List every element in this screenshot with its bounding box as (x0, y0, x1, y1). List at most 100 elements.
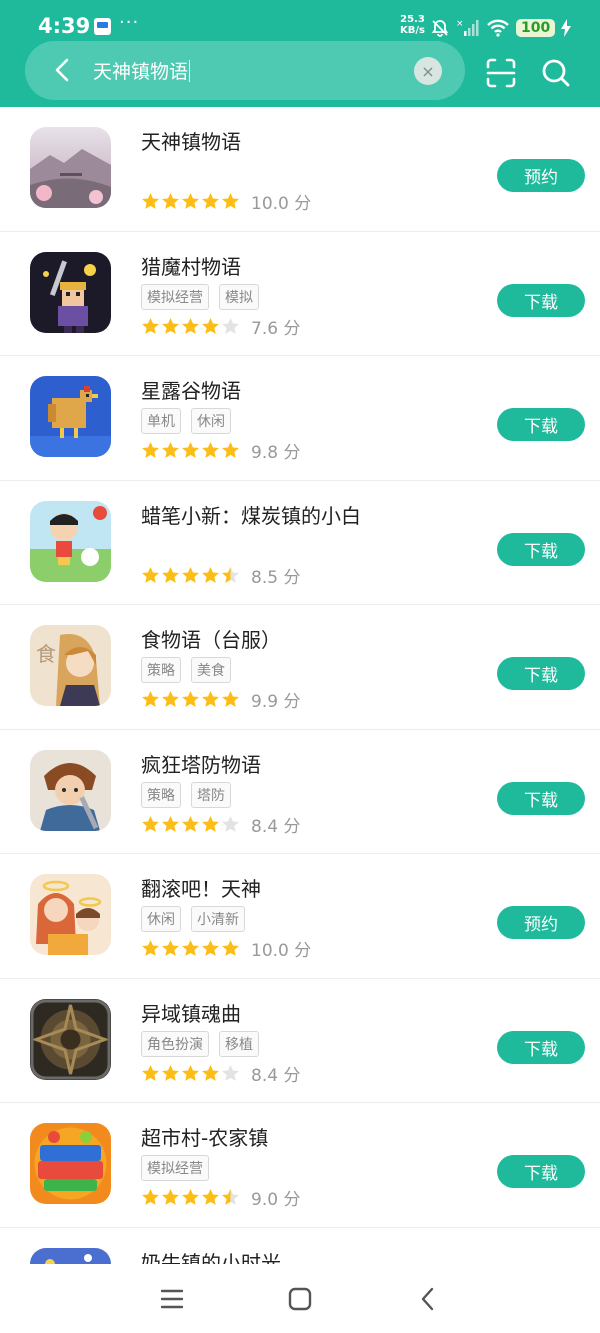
list-item[interactable]: 翻滚吧！天神 休闲 小清新 10.0 分 预约 (0, 854, 600, 979)
rating: 9.8 分 (141, 438, 300, 463)
game-icon-shinchan[interactable] (30, 500, 111, 582)
wifi-icon (487, 19, 509, 37)
star-icon (142, 317, 159, 334)
game-title: 奶牛镇的小时光 (141, 1250, 281, 1265)
star-icon (202, 1188, 219, 1205)
list-item[interactable]: 食 食物语（台服） 策略 美食 9.9 分 下载 (0, 605, 600, 730)
game-icon-stardew[interactable] (30, 376, 111, 457)
back-button[interactable] (47, 55, 77, 85)
game-icon-fangun[interactable] (30, 874, 111, 955)
download-button[interactable]: 下载 (497, 283, 585, 317)
tag[interactable]: 小清新 (191, 906, 245, 932)
tag[interactable]: 休闲 (191, 408, 231, 434)
star-icon (202, 1064, 219, 1081)
tag[interactable]: 单机 (141, 408, 181, 434)
star-icon (142, 815, 159, 832)
rating: 9.0 分 (141, 1185, 300, 1210)
game-icon-tafang[interactable] (30, 749, 111, 831)
star-icon (202, 815, 219, 832)
star-icon (222, 690, 239, 707)
tag[interactable]: 模拟经营 (141, 1155, 209, 1181)
rating-score: 7.6 分 (251, 318, 301, 339)
signal-icon: × (456, 19, 479, 36)
list-item[interactable]: 奶牛镇的小时光 (0, 1228, 600, 1265)
reserve-button[interactable]: 预约 (497, 906, 585, 939)
star-icon (222, 192, 239, 209)
tag-list: 策略 塔防 (141, 781, 231, 808)
star-icon (162, 441, 179, 458)
star-icon (142, 192, 159, 209)
top-bar: 4:39 ··· 25.3 KB/s × 100 天神镇物语 × (0, 0, 600, 107)
rating: 10.0 分 (141, 936, 311, 961)
tag[interactable]: 休闲 (141, 906, 181, 932)
rating: 8.4 分 (141, 812, 300, 837)
tag[interactable]: 角色扮演 (141, 1030, 209, 1057)
star-icon (162, 690, 179, 707)
star-empty-icon (222, 317, 239, 334)
svg-text:×: × (456, 19, 464, 29)
download-button[interactable]: 下载 (497, 408, 585, 441)
tag[interactable]: 策略 (141, 657, 181, 683)
tag-list: 休闲 小清新 (141, 906, 245, 932)
star-icon (222, 939, 239, 956)
rating-score: 8.5 分 (251, 567, 301, 588)
reserve-button[interactable]: 预约 (497, 159, 585, 192)
download-button[interactable]: 下载 (497, 532, 585, 566)
list-item[interactable]: 蜡笔小新：煤炭镇的小白 8.5 分 下载 (0, 481, 600, 605)
tag-list: 策略 美食 (141, 657, 231, 683)
game-icon-planescape[interactable] (30, 998, 111, 1080)
star-icon (162, 815, 179, 832)
mute-bell-icon (431, 20, 449, 37)
tag-list: 单机 休闲 (141, 408, 231, 434)
system-nav-bar (0, 1264, 600, 1333)
game-icon-supermarket[interactable] (30, 1123, 111, 1204)
search-results-list[interactable]: 天神镇物语 10.0 分 预约 猎魔村物语 模拟经营 模拟 7.6 分 下载 星… (0, 107, 600, 1264)
list-item[interactable]: 超市村-农家镇 模拟经营 9.0 分 下载 (0, 1103, 600, 1228)
star-icon (202, 441, 219, 458)
game-icon-tianshen[interactable] (30, 127, 111, 208)
recent-apps-button[interactable] (157, 1284, 187, 1314)
list-item[interactable]: 天神镇物语 10.0 分 预约 (0, 107, 600, 232)
star-icon (142, 566, 159, 583)
list-item[interactable]: 疯狂塔防物语 策略 塔防 8.4 分 下载 (0, 730, 600, 854)
star-icon (142, 1064, 159, 1081)
game-title: 星露谷物语 (141, 379, 241, 403)
search-input[interactable]: 天神镇物语 (93, 57, 190, 84)
search-button[interactable] (540, 57, 572, 89)
battery-indicator: 100 (516, 19, 556, 37)
tag[interactable]: 移植 (219, 1030, 259, 1057)
download-button[interactable]: 下载 (497, 781, 585, 815)
list-item[interactable]: 异域镇魂曲 角色扮演 移植 8.4 分 下载 (0, 979, 600, 1103)
game-icon-liemo[interactable] (30, 251, 111, 333)
star-icon (182, 441, 199, 458)
rating-score: 9.9 分 (251, 692, 301, 712)
list-item[interactable]: 猎魔村物语 模拟经营 模拟 7.6 分 下载 (0, 232, 600, 356)
download-button[interactable]: 下载 (497, 1155, 585, 1188)
star-icon (162, 1188, 179, 1205)
home-button[interactable] (285, 1284, 315, 1314)
game-icon-shiwuyu[interactable]: 食 (30, 625, 111, 706)
search-bar[interactable]: 天神镇物语 × (25, 41, 465, 100)
download-button[interactable]: 下载 (497, 1030, 585, 1064)
network-speed: 25.3 KB/s (400, 14, 425, 36)
star-icon (182, 939, 199, 956)
download-button[interactable]: 下载 (497, 657, 585, 690)
rating: 8.5 分 (141, 563, 300, 588)
game-icon-cowtown[interactable] (30, 1247, 111, 1264)
charging-icon (561, 19, 572, 37)
notification-app-icon (94, 18, 111, 35)
system-back-button[interactable] (413, 1284, 443, 1314)
tag[interactable]: 美食 (191, 657, 231, 683)
rating: 10.0 分 (141, 189, 311, 214)
tag[interactable]: 模拟经营 (141, 283, 209, 310)
scan-button[interactable] (485, 57, 517, 89)
game-title: 猎魔村物语 (141, 254, 241, 279)
tag[interactable]: 模拟 (219, 283, 259, 310)
list-item[interactable]: 星露谷物语 单机 休闲 9.8 分 下载 (0, 356, 600, 481)
menu-icon (160, 1289, 184, 1309)
clear-search-button[interactable]: × (414, 57, 442, 85)
tag[interactable]: 策略 (141, 781, 181, 808)
game-title: 天神镇物语 (141, 130, 241, 154)
tag-list: 模拟经营 模拟 (141, 283, 259, 310)
tag[interactable]: 塔防 (191, 781, 231, 808)
